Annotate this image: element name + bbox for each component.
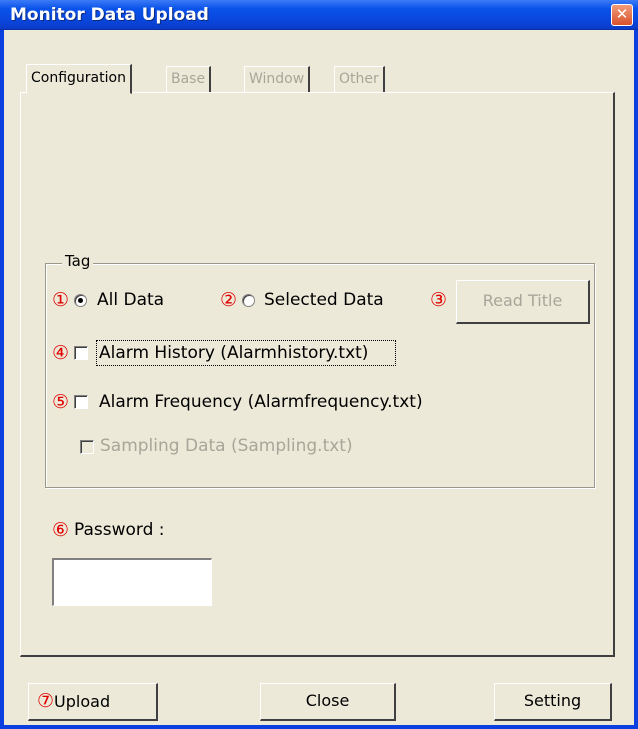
callout-marker-2: ②	[220, 289, 238, 311]
selected-data-label[interactable]: Selected Data	[264, 290, 384, 310]
alarm-history-checkbox[interactable]	[74, 346, 88, 360]
password-input[interactable]	[52, 558, 212, 606]
close-icon[interactable]: ✕	[611, 4, 633, 26]
read-title-button[interactable]: Read Title	[456, 280, 590, 324]
title-bar[interactable]: Monitor Data Upload ✕	[0, 0, 638, 30]
callout-marker-1: ①	[52, 289, 70, 311]
alarm-frequency-label[interactable]: Alarm Frequency (Alarmfrequency.txt)	[99, 392, 423, 412]
close-button[interactable]: Close	[260, 683, 396, 721]
upload-button-label: Upload	[54, 692, 111, 711]
alarm-history-label[interactable]: Alarm History (Alarmhistory.txt)	[99, 343, 368, 363]
setting-button[interactable]: Setting	[494, 683, 612, 721]
tab-other[interactable]: Other	[334, 66, 385, 92]
sampling-data-checkbox[interactable]	[80, 440, 94, 454]
tab-base[interactable]: Base	[166, 66, 212, 92]
all-data-radio[interactable]	[74, 294, 87, 307]
callout-marker-6: ⑥	[52, 519, 70, 541]
tab-window[interactable]: Window	[244, 66, 311, 92]
sampling-data-label[interactable]: Sampling Data (Sampling.txt)	[100, 436, 353, 456]
window-title: Monitor Data Upload	[10, 5, 209, 25]
callout-marker-5: ⑤	[52, 391, 70, 413]
alarm-frequency-checkbox[interactable]	[74, 395, 88, 409]
all-data-label[interactable]: All Data	[97, 290, 164, 310]
upload-button[interactable]: ⑦Upload	[28, 683, 158, 721]
callout-marker-3: ③	[430, 289, 448, 311]
callout-marker-4: ④	[52, 342, 70, 364]
callout-marker-7: ⑦	[37, 690, 55, 712]
password-label: Password :	[74, 520, 165, 540]
selected-data-radio[interactable]	[242, 294, 255, 307]
tab-configuration[interactable]: Configuration	[26, 64, 132, 94]
tag-group-label: Tag	[62, 252, 94, 270]
